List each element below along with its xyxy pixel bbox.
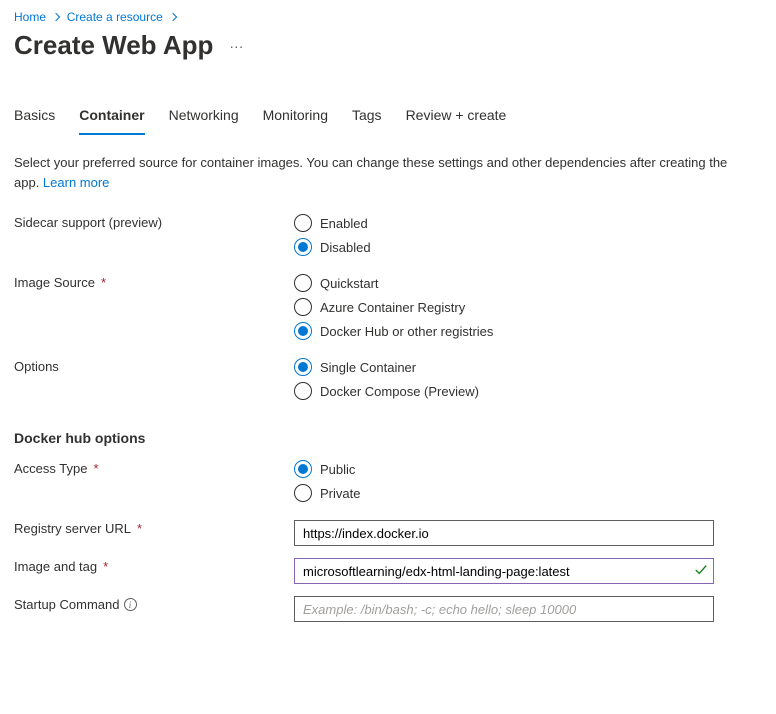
breadcrumb-home[interactable]: Home bbox=[14, 10, 46, 24]
radio-label: Single Container bbox=[320, 360, 416, 375]
breadcrumb-create-resource[interactable]: Create a resource bbox=[67, 10, 163, 24]
tabs: Basics Container Networking Monitoring T… bbox=[14, 103, 762, 135]
sidecar-enabled-radio[interactable]: Enabled bbox=[294, 214, 714, 232]
radio-icon bbox=[294, 484, 312, 502]
tab-tags[interactable]: Tags bbox=[352, 103, 382, 135]
image-source-quickstart-radio[interactable]: Quickstart bbox=[294, 274, 714, 292]
required-icon: * bbox=[103, 559, 108, 574]
required-icon: * bbox=[137, 521, 142, 536]
radio-icon bbox=[294, 274, 312, 292]
chevron-right-icon bbox=[53, 10, 59, 24]
image-tag-label: Image and tag* bbox=[14, 558, 294, 574]
sidecar-disabled-radio[interactable]: Disabled bbox=[294, 238, 714, 256]
tab-networking[interactable]: Networking bbox=[169, 103, 239, 135]
options-single-container-radio[interactable]: Single Container bbox=[294, 358, 714, 376]
tab-review-create[interactable]: Review + create bbox=[406, 103, 507, 135]
radio-label: Quickstart bbox=[320, 276, 379, 291]
radio-label: Docker Hub or other registries bbox=[320, 324, 493, 339]
options-docker-compose-radio[interactable]: Docker Compose (Preview) bbox=[294, 382, 714, 400]
radio-icon bbox=[294, 298, 312, 316]
startup-command-label: Startup Command i bbox=[14, 596, 294, 612]
radio-icon bbox=[294, 358, 312, 376]
learn-more-link[interactable]: Learn more bbox=[43, 175, 109, 190]
required-icon: * bbox=[101, 275, 106, 290]
sidecar-label: Sidecar support (preview) bbox=[14, 214, 294, 230]
radio-label: Disabled bbox=[320, 240, 371, 255]
access-type-public-radio[interactable]: Public bbox=[294, 460, 714, 478]
image-source-docker-hub-radio[interactable]: Docker Hub or other registries bbox=[294, 322, 714, 340]
radio-icon bbox=[294, 322, 312, 340]
tab-basics[interactable]: Basics bbox=[14, 103, 55, 135]
access-type-private-radio[interactable]: Private bbox=[294, 484, 714, 502]
radio-label: Public bbox=[320, 462, 355, 477]
docker-hub-section-header: Docker hub options bbox=[14, 430, 762, 446]
image-tag-input[interactable] bbox=[294, 558, 714, 584]
radio-icon bbox=[294, 214, 312, 232]
chevron-right-icon bbox=[170, 10, 176, 24]
image-source-label: Image Source* bbox=[14, 274, 294, 290]
registry-url-label: Registry server URL* bbox=[14, 520, 294, 536]
image-source-acr-radio[interactable]: Azure Container Registry bbox=[294, 298, 714, 316]
radio-icon bbox=[294, 238, 312, 256]
intro-text: Select your preferred source for contain… bbox=[14, 153, 744, 192]
more-actions-button[interactable]: ··· bbox=[225, 36, 247, 56]
breadcrumb: Home Create a resource bbox=[14, 10, 762, 24]
radio-label: Enabled bbox=[320, 216, 368, 231]
registry-url-input[interactable] bbox=[294, 520, 714, 546]
page-title: Create Web App bbox=[14, 30, 213, 61]
tab-monitoring[interactable]: Monitoring bbox=[263, 103, 328, 135]
checkmark-icon bbox=[694, 563, 708, 580]
info-icon[interactable]: i bbox=[124, 598, 137, 611]
radio-icon bbox=[294, 382, 312, 400]
radio-label: Azure Container Registry bbox=[320, 300, 465, 315]
required-icon: * bbox=[93, 461, 98, 476]
access-type-label: Access Type* bbox=[14, 460, 294, 476]
options-label: Options bbox=[14, 358, 294, 374]
radio-label: Private bbox=[320, 486, 360, 501]
radio-icon bbox=[294, 460, 312, 478]
tab-container[interactable]: Container bbox=[79, 103, 144, 135]
radio-label: Docker Compose (Preview) bbox=[320, 384, 479, 399]
startup-command-input[interactable] bbox=[294, 596, 714, 622]
